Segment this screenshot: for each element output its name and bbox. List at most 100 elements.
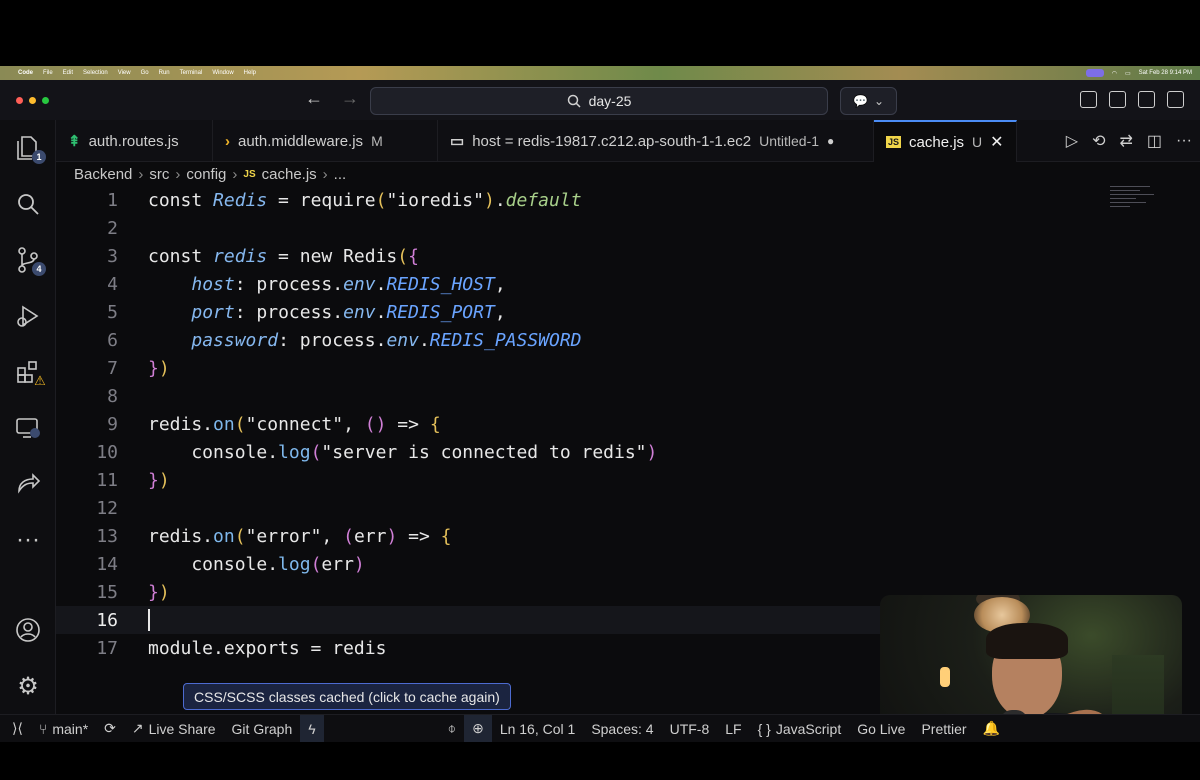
- remote-explorer-icon[interactable]: [14, 414, 42, 442]
- command-center-search[interactable]: day-25: [370, 87, 828, 115]
- toggle-secondary-sidebar-icon[interactable]: [1167, 91, 1184, 108]
- code-text: module.exports = redis: [148, 637, 387, 659]
- git-graph-button[interactable]: Git Graph: [224, 715, 301, 743]
- close-window-button[interactable]: [16, 96, 23, 104]
- settings-gear-icon[interactable]: ⚙: [14, 672, 42, 700]
- extensions-icon[interactable]: ⚠: [14, 358, 46, 388]
- code-line: 14 console.log(err): [56, 550, 1144, 578]
- minimize-window-button[interactable]: [29, 96, 36, 104]
- explorer-icon[interactable]: 1: [14, 134, 46, 164]
- tab-label: cache.js: [909, 133, 965, 151]
- forward-arrow-icon[interactable]: →: [341, 88, 359, 109]
- toggle-panel-icon[interactable]: [1138, 91, 1155, 108]
- more-icon[interactable]: ···: [14, 526, 42, 554]
- live-share-button[interactable]: ↗ Live Share: [124, 715, 224, 743]
- commit-icon[interactable]: ⌽: [440, 715, 464, 743]
- tab-auth-middleware[interactable]: › auth.middleware.js M: [213, 120, 438, 162]
- line-number: 4: [107, 273, 118, 295]
- tab-cache-js[interactable]: JS cache.js U ✕: [874, 120, 1017, 162]
- prettier-button[interactable]: Prettier: [913, 715, 974, 743]
- breadcrumb-config[interactable]: config: [186, 166, 226, 183]
- code-text: }): [148, 581, 170, 603]
- compare-changes-icon[interactable]: ⇄: [1119, 131, 1132, 151]
- run-file-icon[interactable]: ▷: [1066, 131, 1078, 151]
- code-text: const redis = new Redis({: [148, 245, 419, 267]
- copilot-chat-button[interactable]: 💬 ⌄: [840, 87, 897, 115]
- chevron-right-icon: ›: [138, 165, 144, 183]
- screen-record-icon[interactable]: [1085, 69, 1104, 77]
- code-text: [148, 609, 150, 631]
- code-text: redis.on("error", (err) => {: [148, 525, 452, 547]
- indentation-setting[interactable]: Spaces: 4: [583, 715, 661, 743]
- breadcrumb: Backend › src › config › JS cache.js › .…: [56, 162, 1200, 186]
- menu-help[interactable]: Help: [244, 70, 256, 76]
- menu-window[interactable]: Window: [212, 70, 233, 76]
- breadcrumb-symbols[interactable]: ...: [334, 166, 347, 183]
- code-text: console.log(err): [148, 553, 365, 575]
- wifi-icon[interactable]: ◠: [1112, 70, 1117, 77]
- unsaved-dot-icon[interactable]: ●: [827, 134, 834, 148]
- menu-app-name[interactable]: Code: [18, 70, 33, 76]
- candle-image: [940, 667, 950, 687]
- live-share-icon[interactable]: [14, 470, 42, 498]
- braces-icon: { }: [757, 720, 771, 737]
- close-tab-icon[interactable]: ✕: [990, 132, 1003, 152]
- language-mode[interactable]: { } JavaScript: [750, 715, 850, 743]
- tab-untitled-1[interactable]: ▭ host = redis-19817.c212.ap-south-1-1.e…: [438, 120, 874, 162]
- encoding-setting[interactable]: UTF-8: [662, 715, 718, 743]
- menu-go[interactable]: Go: [141, 70, 149, 76]
- run-debug-icon[interactable]: [14, 302, 42, 330]
- eol-setting[interactable]: LF: [717, 715, 749, 743]
- go-live-button[interactable]: Go Live: [849, 715, 913, 743]
- tooltip: CSS/SCSS classes cached (click to cache …: [183, 683, 511, 710]
- editor-tabs: ⇞ auth.routes.js › auth.middleware.js M …: [56, 120, 1200, 162]
- js-file-icon: JS: [243, 168, 256, 180]
- more-actions-icon[interactable]: ···: [1176, 132, 1192, 150]
- menu-run[interactable]: Run: [159, 70, 170, 76]
- line-number: 2: [107, 217, 118, 239]
- menu-selection[interactable]: Selection: [83, 70, 108, 76]
- menu-file[interactable]: File: [43, 70, 53, 76]
- branch-button[interactable]: ⑂ main*: [31, 715, 96, 743]
- search-icon[interactable]: [14, 190, 42, 218]
- tab-auth-routes[interactable]: ⇞ auth.routes.js: [56, 120, 213, 162]
- cursor-position[interactable]: Ln 16, Col 1: [492, 715, 584, 743]
- code-line: 2: [56, 214, 1144, 242]
- code-line: 4 host: process.env.REDIS_HOST,: [56, 270, 1144, 298]
- zoom-icon[interactable]: ⊕: [464, 714, 492, 742]
- tab-status: Untitled-1: [759, 133, 820, 149]
- timeline-icon[interactable]: ⟲: [1092, 131, 1105, 151]
- line-number: 3: [107, 245, 118, 267]
- back-arrow-icon[interactable]: ←: [305, 88, 323, 109]
- breadcrumb-src[interactable]: src: [149, 166, 169, 183]
- battery-icon[interactable]: ▭: [1125, 70, 1131, 77]
- tab-untracked-status: U: [972, 134, 983, 150]
- source-control-badge: 4: [32, 262, 46, 276]
- tab-label: auth.routes.js: [88, 132, 179, 150]
- code-text: const Redis = require("ioredis").default: [148, 189, 582, 211]
- menu-edit[interactable]: Edit: [63, 70, 73, 76]
- customize-layout-icon[interactable]: [1080, 91, 1097, 108]
- split-editor-icon[interactable]: ◫: [1147, 131, 1162, 151]
- code-text: password: process.env.REDIS_PASSWORD: [191, 329, 582, 351]
- language-label: JavaScript: [775, 720, 842, 737]
- toggle-primary-sidebar-icon[interactable]: [1109, 91, 1126, 108]
- notifications-bell-icon[interactable]: 🔔: [975, 715, 1008, 743]
- line-number: 14: [96, 553, 118, 575]
- maximize-window-button[interactable]: [42, 96, 49, 104]
- remote-indicator-icon[interactable]: ⟩⟨: [0, 715, 31, 743]
- menu-view[interactable]: View: [118, 70, 131, 76]
- code-line: 6 password: process.env.REDIS_PASSWORD: [56, 326, 1144, 354]
- source-control-icon[interactable]: 4: [14, 246, 46, 276]
- account-icon[interactable]: [14, 616, 42, 644]
- text-cursor: [148, 609, 150, 631]
- breadcrumb-backend[interactable]: Backend: [74, 166, 132, 183]
- sync-icon[interactable]: ⟳: [96, 715, 124, 743]
- css-cache-lightning-icon[interactable]: ϟ: [300, 714, 324, 742]
- menu-terminal[interactable]: Terminal: [180, 70, 203, 76]
- menubar-datetime[interactable]: Sat Feb 28 9:14 PM: [1139, 70, 1192, 76]
- breadcrumb-cache-js[interactable]: cache.js: [262, 166, 317, 183]
- minimap[interactable]: [1110, 186, 1158, 226]
- code-text: }): [148, 469, 170, 491]
- status-bar: ⟩⟨ ⑂ main* ⟳ ↗ Live Share Git Graph ϟ ⌽ …: [0, 714, 1200, 742]
